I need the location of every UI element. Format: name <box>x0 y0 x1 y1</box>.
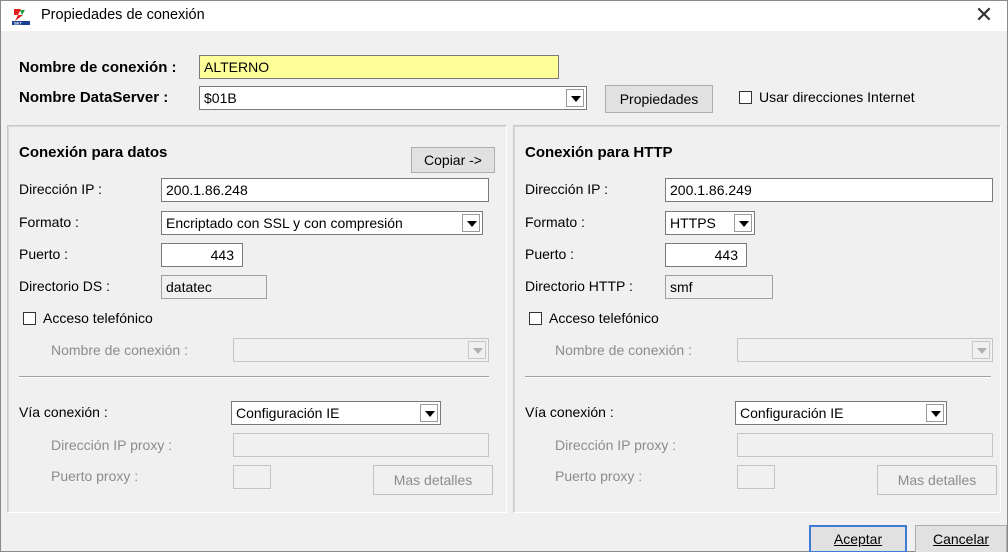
http-dialup-name-select[interactable] <box>737 338 993 362</box>
http-dialup-name-label: Nombre de conexión : <box>555 342 692 358</box>
chevron-down-icon[interactable] <box>734 214 752 232</box>
data-via-select[interactable]: Configuración IE <box>231 401 441 425</box>
use-internet-label: Usar direcciones Internet <box>759 89 915 105</box>
http-via-select[interactable]: Configuración IE <box>735 401 947 425</box>
copy-button-label: Copiar -> <box>424 152 482 168</box>
data-details-button[interactable]: Mas detalles <box>373 465 493 495</box>
accept-button[interactable]: Aceptar <box>809 525 907 552</box>
dataserver-label: Nombre DataServer : <box>19 89 169 106</box>
http-format-label: Formato : <box>525 214 585 230</box>
http-format-value: HTTPS <box>670 215 716 231</box>
http-dialup-checkbox[interactable] <box>529 312 542 325</box>
dataserver-select[interactable]: $01B <box>199 86 587 110</box>
data-via-value: Configuración IE <box>236 405 340 421</box>
data-proxy-port-label: Puerto proxy : <box>51 468 139 484</box>
http-via-value: Configuración IE <box>740 405 844 421</box>
http-port-input[interactable]: 443 <box>665 243 747 267</box>
data-format-select[interactable]: Encriptado con SSL y con compresión <box>161 211 483 235</box>
data-details-button-label: Mas detalles <box>393 472 473 488</box>
data-format-label: Formato : <box>19 214 79 230</box>
http-details-button[interactable]: Mas detalles <box>877 465 997 495</box>
http-dir-field: smf <box>665 275 773 299</box>
data-dialup-label: Acceso telefónico <box>43 310 153 326</box>
set-logo-icon: SET <box>12 9 30 25</box>
http-format-select[interactable]: HTTPS <box>665 211 755 235</box>
svg-text:SET: SET <box>14 21 22 25</box>
data-port-input[interactable]: 443 <box>161 243 243 267</box>
close-button[interactable]: ✕ <box>961 1 1007 31</box>
http-proxy-ip-input[interactable] <box>737 433 993 457</box>
title-bar[interactable]: SET Propiedades de conexión ✕ <box>1 1 1007 31</box>
http-ip-label: Dirección IP : <box>525 181 608 197</box>
cancel-button[interactable]: Cancelar <box>915 525 1007 552</box>
data-format-value: Encriptado con SSL y con compresión <box>166 215 403 231</box>
chevron-down-icon[interactable] <box>926 404 944 422</box>
data-dialup-name-select[interactable] <box>233 338 489 362</box>
http-via-label: Vía conexión : <box>525 404 614 420</box>
data-proxy-port-input[interactable] <box>233 465 271 489</box>
data-connection-title: Conexión para datos <box>19 144 168 161</box>
http-details-button-label: Mas detalles <box>897 472 977 488</box>
cancel-button-label: Cancelar <box>932 531 990 547</box>
data-dir-field: datatec <box>161 275 267 299</box>
use-internet-checkbox[interactable] <box>739 91 752 104</box>
http-port-label: Puerto : <box>525 246 575 262</box>
chevron-down-icon[interactable] <box>420 404 438 422</box>
data-dir-label: Directorio DS : <box>19 278 111 294</box>
properties-button[interactable]: Propiedades <box>605 85 713 113</box>
data-panel-divider <box>19 376 489 378</box>
window-title: Propiedades de conexión <box>41 7 205 23</box>
dataserver-value: $01B <box>204 90 237 106</box>
connection-name-label: Nombre de conexión : <box>19 59 177 76</box>
data-dialup-checkbox[interactable] <box>23 312 36 325</box>
connection-properties-dialog: SET Propiedades de conexión ✕ Nombre de … <box>0 0 1008 552</box>
data-dialup-name-label: Nombre de conexión : <box>51 342 188 358</box>
http-proxy-ip-label: Dirección IP proxy : <box>555 437 677 453</box>
chevron-down-icon <box>972 341 990 359</box>
connection-name-input[interactable]: ALTERNO <box>199 55 559 79</box>
data-ip-label: Dirección IP : <box>19 181 102 197</box>
http-dialup-label: Acceso telefónico <box>549 310 659 326</box>
copy-button[interactable]: Copiar -> <box>411 147 495 173</box>
data-proxy-ip-input[interactable] <box>233 433 489 457</box>
accept-button-label: Aceptar <box>833 531 883 547</box>
http-ip-input[interactable]: 200.1.86.249 <box>665 178 993 202</box>
http-dir-label: Directorio HTTP : <box>525 278 633 294</box>
chevron-down-icon[interactable] <box>462 214 480 232</box>
data-port-label: Puerto : <box>19 246 69 262</box>
http-proxy-port-label: Puerto proxy : <box>555 468 643 484</box>
chevron-down-icon[interactable] <box>566 89 584 107</box>
properties-button-label: Propiedades <box>619 91 699 107</box>
data-via-label: Vía conexión : <box>19 404 108 420</box>
data-proxy-ip-label: Dirección IP proxy : <box>51 437 173 453</box>
chevron-down-icon <box>468 341 486 359</box>
http-proxy-port-input[interactable] <box>737 465 775 489</box>
http-connection-title: Conexión para HTTP <box>525 144 673 161</box>
data-ip-input[interactable]: 200.1.86.248 <box>161 178 489 202</box>
http-panel-divider <box>525 376 991 378</box>
